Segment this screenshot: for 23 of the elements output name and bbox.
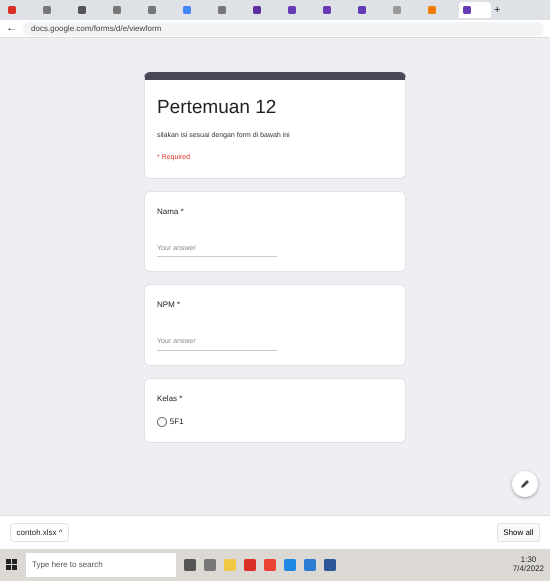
windows-start-icon[interactable] xyxy=(6,558,18,572)
question-label: NPM * xyxy=(157,299,182,311)
option-label: 5F1 xyxy=(170,416,184,428)
clock-time: 1:30 xyxy=(520,556,538,565)
download-item[interactable]: contoh.xlsx ^ xyxy=(10,522,69,542)
radio-button[interactable] xyxy=(157,416,167,426)
edit-button[interactable] xyxy=(512,471,538,497)
show-all-button[interactable]: Show all xyxy=(496,522,540,542)
taskbar-app-icon[interactable] xyxy=(324,559,336,571)
taskbar-app-icon[interactable] xyxy=(244,559,256,571)
question-label: Nama * xyxy=(157,206,185,218)
new-tab-button[interactable]: + xyxy=(494,2,500,18)
taskbar-app-icon[interactable] xyxy=(304,559,316,571)
pencil-icon xyxy=(520,479,530,489)
browser-tab[interactable] xyxy=(459,2,491,18)
back-button[interactable]: ← xyxy=(6,20,17,37)
clock-date: 7/4/2022 xyxy=(512,565,544,574)
taskbar-search-field[interactable]: Type here to search xyxy=(26,553,176,577)
taskbar-app-icon[interactable] xyxy=(204,559,216,571)
question-label: Kelas * xyxy=(157,392,184,404)
form-title: Pertemuan 12 xyxy=(157,96,278,120)
taskbar-app-icon[interactable] xyxy=(184,559,196,571)
address-bar[interactable]: docs.google.com/forms/d/e/viewform xyxy=(23,22,544,36)
